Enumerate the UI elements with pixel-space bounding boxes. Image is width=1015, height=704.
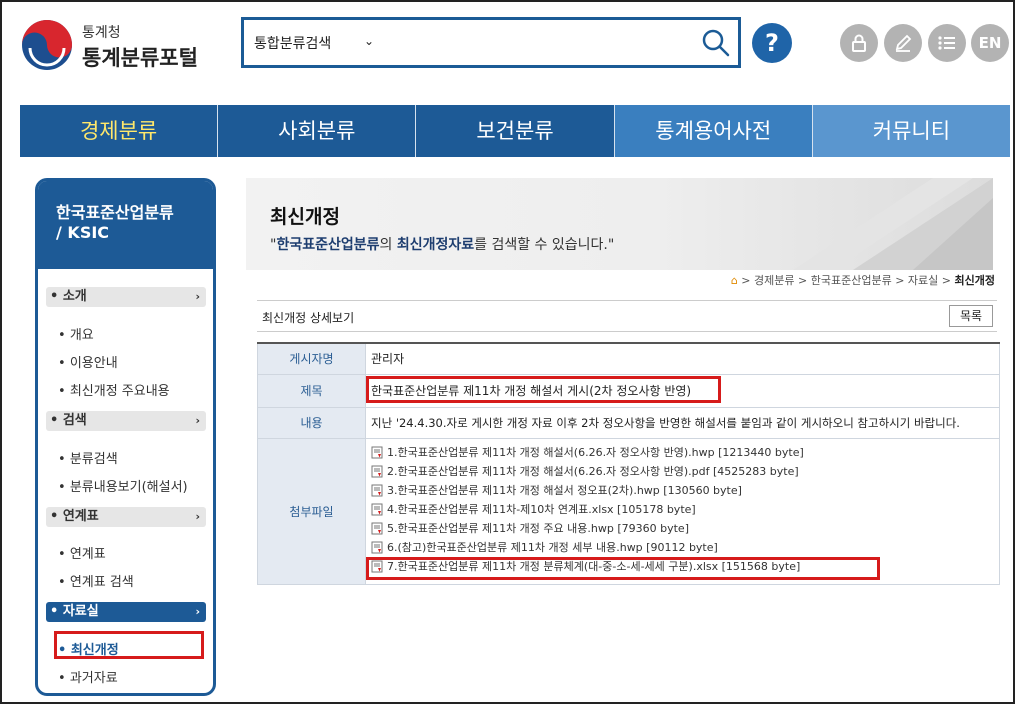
search-scope-select[interactable]: 통합분류검색 xyxy=(254,33,331,53)
sidebar-section-archive[interactable]: • 자료실 › xyxy=(46,602,206,622)
breadcrumb-item[interactable]: 경제분류 xyxy=(754,274,794,287)
help-button[interactable]: ? xyxy=(752,23,792,63)
sidebar-item-revision-summary[interactable]: • 최신개정 주요내용 xyxy=(58,380,170,399)
file-link[interactable]: 2.한국표준산업분류 제11차 개정 해설서(6.26.자 정오사항 반영).p… xyxy=(371,463,999,482)
gnb-community[interactable]: 커뮤니티 xyxy=(812,105,1011,157)
sidebar-item-linktable-search[interactable]: • 연계표 검색 xyxy=(58,571,134,590)
sidebar-item-guide[interactable]: • 이용안내 xyxy=(58,352,118,371)
list-button[interactable]: 목록 xyxy=(949,305,993,327)
sidebar-header: 한국표준산업분류 / KSIC xyxy=(38,181,213,269)
page-description: "한국표준산업분류의 최신개정자료를 검색할 수 있습니다." xyxy=(270,237,615,253)
gnb-health[interactable]: 보건분류 xyxy=(416,105,615,157)
files-label: 첨부파일 xyxy=(257,437,366,585)
file-link[interactable]: 1.한국표준산업분류 제11차 개정 해설서(6.26.자 정오사항 반영).h… xyxy=(371,444,999,463)
file-download-icon xyxy=(371,484,383,496)
detail-title: 최신개정 상세보기 xyxy=(262,311,355,325)
breadcrumb-item[interactable]: 자료실 xyxy=(908,274,938,287)
file-link[interactable]: 3.한국표준산업분류 제11차 개정 해설서 정오표(2차).hwp [1305… xyxy=(371,482,999,501)
page-banner: 최신개정 "한국표준산업분류의 최신개정자료를 검색할 수 있습니다." xyxy=(246,178,993,270)
edit-button[interactable] xyxy=(884,24,922,62)
sidebar-section-search[interactable]: • 검색 › xyxy=(46,411,206,431)
sidebar-section-intro[interactable]: • 소개 › xyxy=(46,287,206,307)
menu-button[interactable] xyxy=(928,24,966,62)
highlight-box xyxy=(54,631,204,659)
file-link[interactable]: 6.(참고)한국표준산업분류 제11차 개정 세부 내용.hwp [90112 … xyxy=(371,539,999,558)
table-row: 내용 지난 '24.4.30.자로 게시한 개정 자료 이후 2차 정오사항을 … xyxy=(257,406,1000,439)
file-link[interactable]: 4.한국표준산업분류 제11차-제10차 연계표.xlsx [105178 by… xyxy=(371,501,999,520)
chevron-right-icon: › xyxy=(195,414,200,427)
chevron-right-icon: › xyxy=(195,605,200,618)
breadcrumb: ⌂ > 경제분류 > 한국표준산업분류 > 자료실 > 최신개정 xyxy=(730,274,995,287)
sidebar-item-manual-view[interactable]: • 분류내용보기(해설서) xyxy=(58,476,188,495)
search-bar: 통합분류검색 ⌄ xyxy=(241,17,741,68)
file-download-icon xyxy=(371,522,383,534)
taegeuk-logo-icon xyxy=(22,20,72,70)
lock-button[interactable] xyxy=(840,24,878,62)
page-title: 최신개정 xyxy=(270,206,340,228)
sidebar-subtitle: / KSIC xyxy=(56,223,110,242)
lock-icon xyxy=(852,34,866,52)
author-value: 관리자 xyxy=(365,342,1000,375)
home-icon[interactable]: ⌂ xyxy=(731,274,738,287)
portal-title: 통계분류포털 xyxy=(82,46,198,70)
file-download-icon xyxy=(371,541,383,553)
file-download-icon xyxy=(371,446,383,458)
gnb-economic[interactable]: 경제분류 xyxy=(20,105,219,157)
content-label: 내용 xyxy=(257,406,366,439)
file-link[interactable]: 5.한국표준산업분류 제11차 개정 주요 내용.hwp [79360 byte… xyxy=(371,520,999,539)
list-icon xyxy=(938,36,955,50)
sidebar-title: 한국표준산업분류 xyxy=(56,203,174,222)
pencil-icon xyxy=(895,34,912,52)
subject-label: 제목 xyxy=(257,373,366,408)
search-input[interactable] xyxy=(394,28,684,58)
sidebar: 한국표준산업분류 / KSIC • 소개 › • 개요 • 이용안내 • 최신개정… xyxy=(35,178,216,696)
banner-decoration xyxy=(793,178,993,270)
main-navigation: 경제분류 사회분류 보건분류 통계용어사전 커뮤니티 xyxy=(20,105,1011,157)
gnb-social[interactable]: 사회분류 xyxy=(218,105,417,157)
content-value: 지난 '24.4.30.자로 게시한 개정 자료 이후 2차 정오사항을 반영한… xyxy=(365,406,1000,439)
sidebar-section-linktable[interactable]: • 연계표 › xyxy=(46,507,206,527)
breadcrumb-current: 최신개정 xyxy=(954,274,995,287)
detail-header: 최신개정 상세보기 목록 xyxy=(257,300,997,332)
search-icon[interactable] xyxy=(700,27,732,59)
sidebar-item-overview[interactable]: • 개요 xyxy=(58,324,94,343)
author-label: 게시자명 xyxy=(257,342,366,375)
chevron-right-icon: › xyxy=(195,290,200,303)
sidebar-item-past-data[interactable]: • 과거자료 xyxy=(58,667,118,686)
file-download-icon xyxy=(371,465,383,477)
highlight-box xyxy=(366,376,721,403)
sidebar-item-class-search[interactable]: • 분류검색 xyxy=(58,448,118,467)
table-row: 게시자명 관리자 xyxy=(257,342,1000,375)
sidebar-item-linktable[interactable]: • 연계표 xyxy=(58,543,106,562)
chevron-right-icon: › xyxy=(195,510,200,523)
gnb-dictionary[interactable]: 통계용어사전 xyxy=(614,105,813,157)
agency-name: 통계청 xyxy=(82,25,121,41)
logo[interactable]: 통계청 통계분류포털 xyxy=(20,14,220,74)
chevron-down-icon[interactable]: ⌄ xyxy=(364,34,374,48)
breadcrumb-item[interactable]: 한국표준산업분류 xyxy=(811,274,892,287)
english-button[interactable]: EN xyxy=(971,24,1009,62)
file-download-icon xyxy=(371,503,383,515)
highlight-box xyxy=(366,557,880,580)
